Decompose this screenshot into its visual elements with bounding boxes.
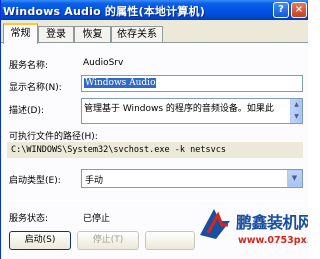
startup-type-label: 启动类型(E): <box>9 176 61 186</box>
pause-button[interactable] <box>145 231 195 250</box>
display-name-label: 显示名称(N): <box>9 83 62 93</box>
startup-type-value: 手动 <box>85 176 104 186</box>
close-button[interactable]: × <box>291 2 307 18</box>
path-label: 可执行文件的路径(H): <box>9 132 98 142</box>
brand-logo-icon <box>200 209 230 239</box>
tab-dependencies[interactable]: 依存关系 <box>111 26 163 43</box>
window-title: Windows Audio 的属性(本地计算机) <box>3 5 205 18</box>
tab-recovery[interactable]: 恢复 <box>74 26 111 43</box>
service-status-value: 已停止 <box>83 214 111 224</box>
tab-general[interactable]: 常规 <box>3 23 38 44</box>
service-status-label: 服务状态: <box>9 214 49 224</box>
start-button[interactable]: 启动(S) <box>9 231 71 250</box>
watermark-brand: 鹏鑫装机网 <box>236 213 308 232</box>
description-label: 描述(D): <box>9 106 44 116</box>
service-properties-window: Windows Audio 的属性(本地计算机) ? × 常规 登录 恢复 依存… <box>0 0 308 259</box>
display-name-field[interactable]: Windows Audio <box>81 75 303 92</box>
site-watermark: 鹏鑫装机网 www.0753px.com <box>196 205 308 259</box>
description-field[interactable]: 管理基于 Windows 的程序的音频设备。如果此 ▲ ▼ <box>81 98 303 124</box>
help-button[interactable]: ? <box>273 2 289 18</box>
title-bar[interactable]: Windows Audio 的属性(本地计算机) ? × <box>1 0 308 20</box>
path-value: C:\WINDOWS\System32\svchost.exe -k netsv… <box>11 145 226 155</box>
scroll-down-arrow-icon[interactable]: ▼ <box>290 111 302 123</box>
description-value: 管理基于 Windows 的程序的音频设备。如果此 <box>84 104 274 114</box>
service-name-label: 服务名称: <box>9 61 49 71</box>
path-field: C:\WINDOWS\System32\svchost.exe -k netsv… <box>7 142 303 158</box>
display-name-value: Windows Audio <box>84 78 157 88</box>
divider <box>7 200 303 201</box>
stop-button[interactable]: 停止(T) <box>77 231 139 250</box>
service-name-value: AudioSrv <box>83 58 124 68</box>
watermark-url: www.0753px.com <box>238 235 308 246</box>
startup-type-select[interactable]: 手动 ▼ <box>81 169 303 188</box>
chevron-down-icon[interactable]: ▼ <box>287 170 302 187</box>
tab-logon[interactable]: 登录 <box>38 26 74 43</box>
tab-strip: 常规 登录 恢复 依存关系 <box>1 23 308 44</box>
